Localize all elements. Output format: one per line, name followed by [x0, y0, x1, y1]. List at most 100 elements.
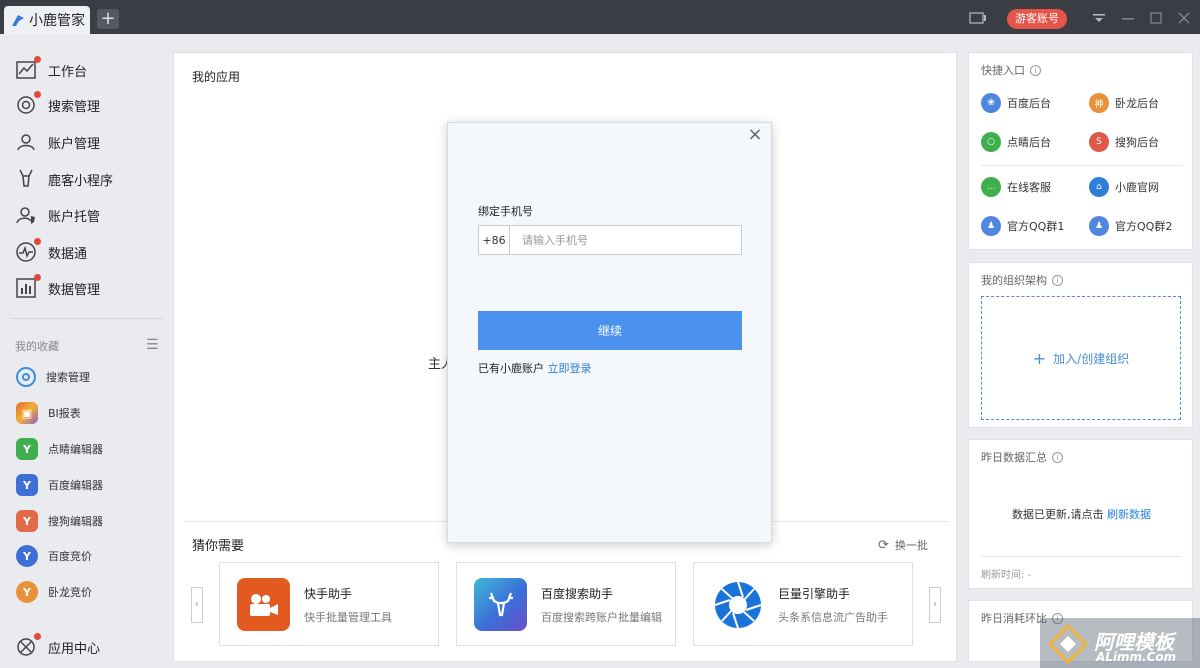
minimize-icon[interactable]: [1122, 18, 1134, 20]
user-icon: [14, 130, 38, 154]
phone-field: +86: [478, 225, 742, 255]
app-card[interactable]: 巨量引擎助手 头条系信息流广告助手: [693, 562, 913, 646]
sidebar-item-label: 搜索管理: [48, 99, 101, 115]
deer-antler-icon: [474, 578, 527, 631]
refresh-label: 换一批: [894, 539, 928, 552]
favorite-item[interactable]: ▣ BI报表: [16, 401, 81, 425]
favorite-label: 点睛编辑器: [48, 443, 103, 456]
quick-link-label: 官方QQ群1: [1007, 220, 1065, 233]
quick-link-service[interactable]: … 在线客服: [981, 177, 1051, 197]
close-icon[interactable]: ×: [747, 126, 763, 144]
title-bar: 小鹿管家 + 游客账号: [0, 0, 1200, 34]
phone-input[interactable]: [510, 226, 741, 254]
continue-button[interactable]: 继续: [478, 311, 742, 350]
notification-dot: [34, 274, 41, 281]
favorites-menu-icon[interactable]: ☰: [146, 337, 159, 353]
window-icon[interactable]: [969, 12, 987, 24]
tab-main[interactable]: 小鹿管家: [4, 6, 90, 34]
notification-dot: [34, 238, 41, 245]
chart-icon: [14, 56, 41, 82]
app-card-desc: 快手批量管理工具: [304, 611, 392, 624]
favorite-item[interactable]: Y 百度编辑器: [16, 473, 103, 497]
favorite-item[interactable]: Y 百度竞价: [16, 544, 92, 568]
watermark: 阿哩模板 ALimm.Com: [1040, 618, 1200, 668]
app-card[interactable]: 快手助手 快手批量管理工具: [219, 562, 439, 646]
sidebar-item-account[interactable]: 账户管理: [14, 127, 100, 157]
app-card-desc: 头条系信息流广告助手: [778, 611, 888, 624]
bind-phone-label: 绑定手机号: [478, 205, 533, 218]
bind-phone-dialog: × 绑定手机号 +86 继续 已有小鹿账户 立即登录: [447, 122, 772, 543]
refresh-data-link[interactable]: 刷新数据: [1107, 508, 1151, 521]
info-icon[interactable]: i: [1052, 451, 1063, 463]
plus-icon: +: [1032, 348, 1047, 368]
home-icon: ⌂: [1089, 177, 1109, 197]
yesterday-title-text: 昨日数据汇总: [981, 451, 1047, 464]
quick-link-qq2[interactable]: ♟ 官方QQ群2: [1089, 216, 1172, 236]
country-code[interactable]: +86: [479, 226, 510, 254]
add-tab-button[interactable]: +: [97, 9, 119, 29]
join-create-org-button[interactable]: + 加入/创建组织: [981, 296, 1181, 420]
quick-link-website[interactable]: ⌂ 小鹿官网: [1089, 177, 1159, 197]
app-center-icon: [14, 633, 41, 659]
bi-report-icon: ▣: [16, 402, 38, 424]
refresh-batch-button[interactable]: ⟳ 换一批: [878, 537, 928, 553]
quick-link-wolong[interactable]: 神卧龙后台: [1089, 93, 1159, 113]
divider: [981, 556, 1181, 557]
menu-icon[interactable]: [1092, 13, 1106, 23]
maximize-icon[interactable]: [1150, 12, 1162, 24]
sidebar-item-label: 应用中心: [48, 641, 101, 657]
quick-link-label: 官方QQ群2: [1115, 220, 1173, 233]
deer-icon: [14, 167, 38, 191]
watermark-sub: ALimm.Com: [1096, 650, 1177, 664]
quick-link-dianjing[interactable]: ○ 点睛后台: [981, 132, 1051, 152]
quick-link-qq1[interactable]: ♟ 官方QQ群1: [981, 216, 1064, 236]
sidebar: 工作台 搜索管理 账户管理 鹿客小程序 账户托管 数据通 数据管理 我的收藏 ☰…: [0, 34, 172, 668]
sidebar-item-label: 工作台: [48, 64, 88, 80]
info-icon[interactable]: i: [1052, 274, 1063, 286]
quick-link-sogou[interactable]: S 搜狗后台: [1089, 132, 1159, 152]
sidebar-item-mini-program[interactable]: 鹿客小程序: [14, 164, 113, 194]
sidebar-item-label: 数据通: [48, 246, 88, 262]
sidebar-item-data-manage[interactable]: 数据管理: [14, 273, 100, 303]
baidu-bid-icon: Y: [16, 545, 38, 567]
sidebar-item-search[interactable]: 搜索管理: [14, 90, 100, 120]
sidebar-item-app-center[interactable]: 应用中心: [14, 632, 100, 662]
sidebar-item-data-link[interactable]: 数据通: [14, 237, 87, 267]
favorite-label: 搜狗编辑器: [48, 515, 103, 528]
quick-link-baidu[interactable]: ❀ 百度后台: [981, 93, 1051, 113]
notification-dot: [34, 633, 41, 640]
quick-link-label: 在线客服: [1007, 181, 1051, 194]
deer-logo-icon: [12, 15, 24, 26]
baidu-icon: ❀: [981, 93, 1001, 113]
sidebar-item-label: 数据管理: [48, 282, 101, 298]
notification-dot: [34, 56, 41, 63]
sidebar-item-hosting[interactable]: 账户托管: [14, 200, 100, 230]
quick-links-title-text: 快捷入口: [981, 64, 1025, 77]
favorite-item[interactable]: Y 搜狗编辑器: [16, 509, 103, 533]
org-panel: 我的组织架构 i + 加入/创建组织: [968, 262, 1193, 428]
info-icon[interactable]: i: [1030, 64, 1041, 76]
qq-icon: ♟: [981, 216, 1001, 236]
favorite-item[interactable]: Y 卧龙竞价: [16, 580, 92, 604]
close-icon[interactable]: [1178, 12, 1190, 24]
sidebar-item-label: 账户托管: [48, 209, 101, 225]
favorite-label: 搜索管理: [46, 371, 90, 384]
quick-link-label: 搜狗后台: [1115, 136, 1159, 149]
baidu-editor-icon: Y: [16, 474, 38, 496]
favorite-item[interactable]: Y 点睛编辑器: [16, 437, 103, 461]
my-apps-title: 我的应用: [192, 70, 241, 84]
wolong-icon: 神: [1089, 93, 1109, 113]
favorite-item[interactable]: 搜索管理: [16, 365, 90, 389]
sidebar-item-workbench[interactable]: 工作台: [14, 55, 87, 85]
next-arrow-button[interactable]: ›: [929, 587, 941, 623]
refresh-time: 刷新时间: -: [981, 570, 1032, 581]
quick-link-label: 小鹿官网: [1115, 181, 1159, 194]
sogou-icon: S: [1089, 132, 1109, 152]
quick-links-panel: 快捷入口 i ❀ 百度后台 神卧龙后台 ○ 点睛后台 S 搜狗后台 … 在线客服 ⌂ 小鹿官…: [968, 52, 1193, 250]
prev-arrow-button[interactable]: ‹: [191, 587, 203, 623]
guest-account-button[interactable]: 游客账号: [1007, 9, 1067, 29]
sogou-editor-icon: Y: [16, 510, 38, 532]
chat-icon: …: [981, 177, 1001, 197]
login-link[interactable]: 立即登录: [548, 362, 592, 375]
app-card[interactable]: 百度搜索助手 百度搜索跨账户批量编辑: [456, 562, 676, 646]
